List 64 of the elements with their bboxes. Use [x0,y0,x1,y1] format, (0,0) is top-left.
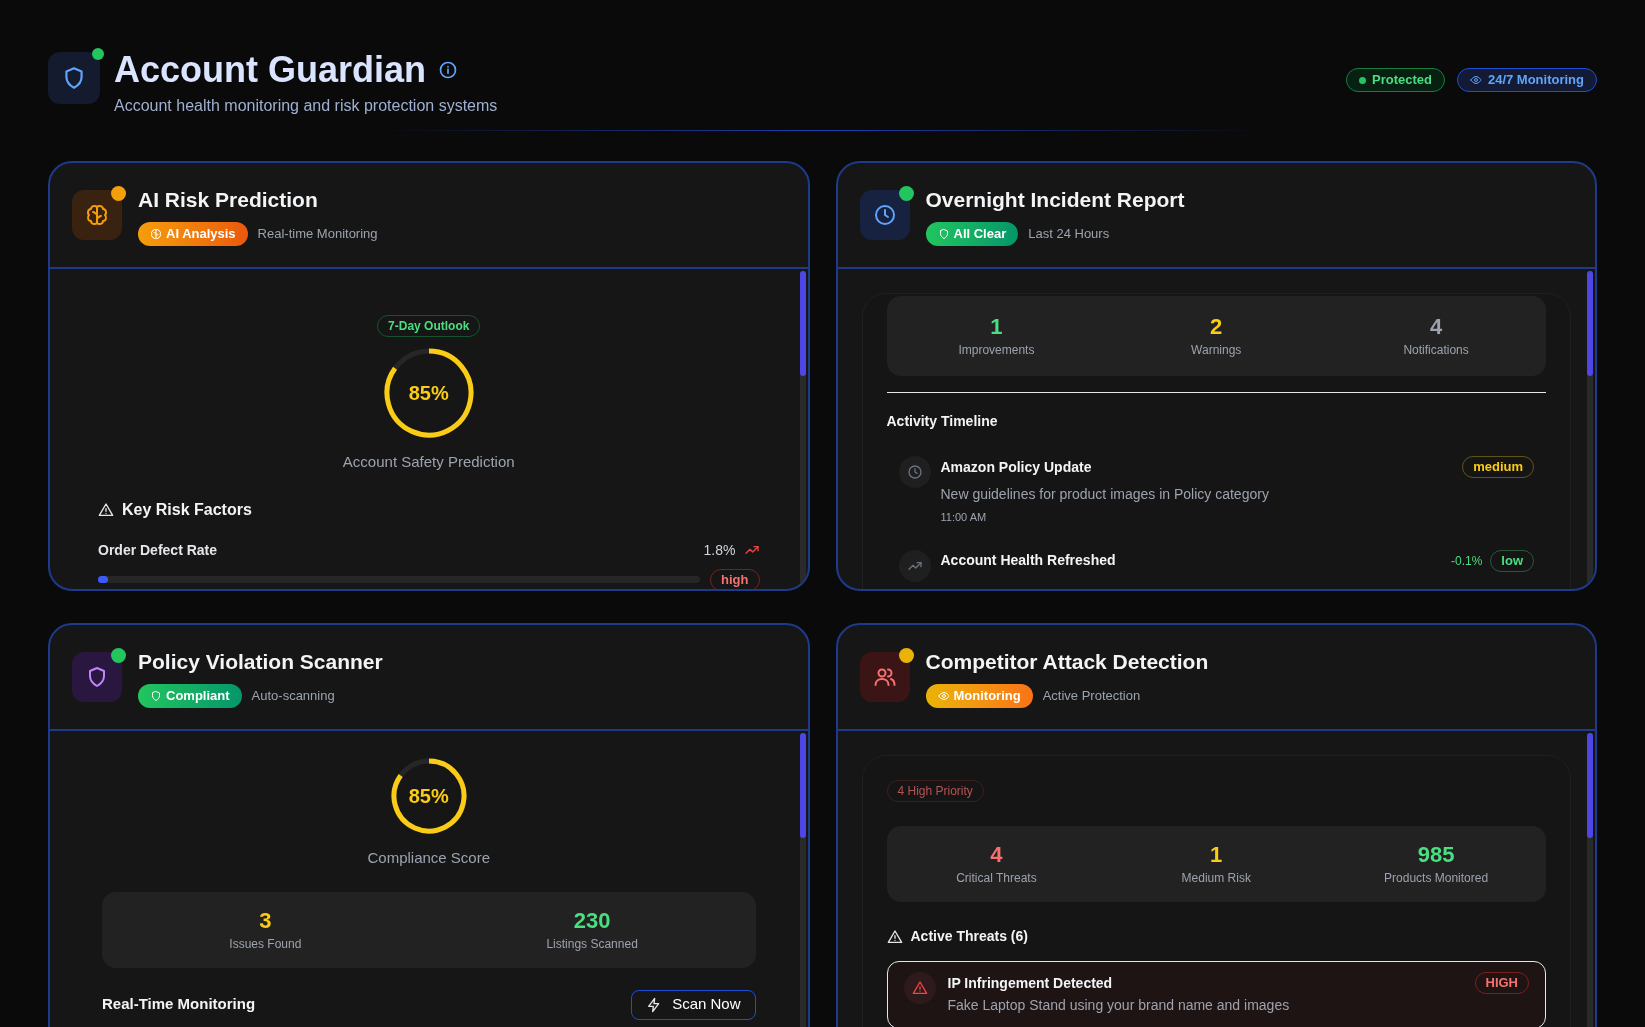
factor-value: 1.8% [703,540,736,560]
stat-label: Critical Threats [956,870,1037,887]
status-badge: AI Analysis [138,221,248,246]
stat-value: 985 [1417,841,1455,869]
section-title: Key Risk Factors [122,499,252,520]
card-caption: Auto-scanning [251,687,335,705]
brain-icon [150,227,162,240]
card-title: AI Risk Prediction [138,187,319,214]
section-title: Activity Timeline [886,412,999,431]
stat-value: 1 [1210,841,1223,869]
stat-label: Products Monitored [1384,870,1489,887]
status-badge: 24/7 Monitoring [1456,68,1597,92]
page-subtitle: Account health monitoring and risk protection systems [114,96,498,116]
stat-label: Warnings [1191,342,1242,359]
card-caption: Active Protection [1042,687,1141,705]
shield-icon [937,227,950,240]
event-title: Amazon Policy Update [940,457,1092,477]
change-value: -0.1% [1450,552,1483,570]
event-description: New guidelines for product images in Policy category [940,485,1270,504]
score-value: 85% [408,784,449,809]
stat-label: Medium Risk [1181,870,1251,887]
stat-label: Notifications [1403,342,1469,359]
card-title: Overnight Incident Report [925,187,1185,214]
warning-icon [911,980,928,996]
warning-icon [886,928,903,945]
section-title: Active Threats (6) [910,927,1028,946]
clock-icon [872,203,897,227]
card-title: Competitor Attack Detection [925,649,1209,676]
scrollbar[interactable] [799,733,806,1027]
event-time: 11:00 AM [940,510,988,525]
factor-name: Order Defect Rate [98,540,218,560]
threat-description: Fake Laptop Stand using your brand name and images [947,996,1291,1014]
info-icon [438,60,459,80]
stat-value: 1 [990,313,1003,341]
status-badge: Monitoring [925,683,1033,708]
stat-value: 2 [1210,313,1223,341]
stat-label: Improvements [958,342,1035,359]
section-title: Real-Time Monitoring [102,994,256,1015]
event-title: Account Health Refreshed [940,551,1116,570]
stat-value: 4 [990,841,1003,869]
status-badge: Compliant [138,683,242,708]
card-title: Policy Violation Scanner [138,649,383,676]
status-badge: Protected [1345,68,1445,92]
stat-value: 3 [259,906,272,935]
score-value: 85% [408,381,449,406]
shield-icon [150,689,162,702]
warning-icon [98,501,114,518]
card-caption: Real-time Monitoring [257,225,378,243]
stat-label: Issues Found [229,935,302,953]
status-badge: All Clear [925,221,1019,246]
threat-title: IP Infringement Detected [947,973,1113,993]
brain-icon [85,203,109,227]
stat-label: Listings Scanned [546,935,638,953]
eye-icon [1469,74,1482,86]
clock-icon [906,464,923,480]
scan-button[interactable]: Scan Now [631,989,756,1020]
stat-value: 230 [573,906,611,935]
card-caption: Last 24 Hours [1028,225,1110,243]
eye-icon [937,689,950,702]
gauge-caption: Compliance Score [367,848,491,868]
gauge-caption: Account Safety Prediction [342,452,515,472]
scrollbar[interactable] [1587,733,1593,1027]
stat-value: 4 [1429,313,1443,341]
page-title: Account Guardian [114,48,427,92]
